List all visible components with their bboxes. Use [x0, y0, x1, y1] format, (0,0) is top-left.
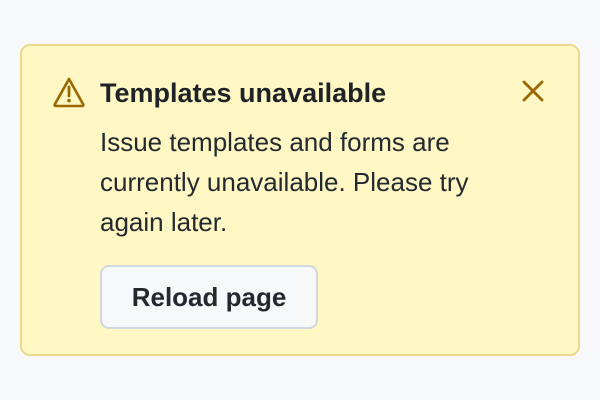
- warning-triangle-icon: [52, 75, 86, 109]
- flash-message: Issue templates and forms are currently …: [100, 127, 469, 237]
- flash-title: Templates unavailable: [100, 78, 387, 108]
- dismiss-button[interactable]: [518, 76, 548, 106]
- close-x-icon: [522, 80, 544, 102]
- reload-page-button[interactable]: Reload page: [100, 265, 318, 329]
- warning-flash-banner: Templates unavailable Issue templates an…: [20, 44, 580, 356]
